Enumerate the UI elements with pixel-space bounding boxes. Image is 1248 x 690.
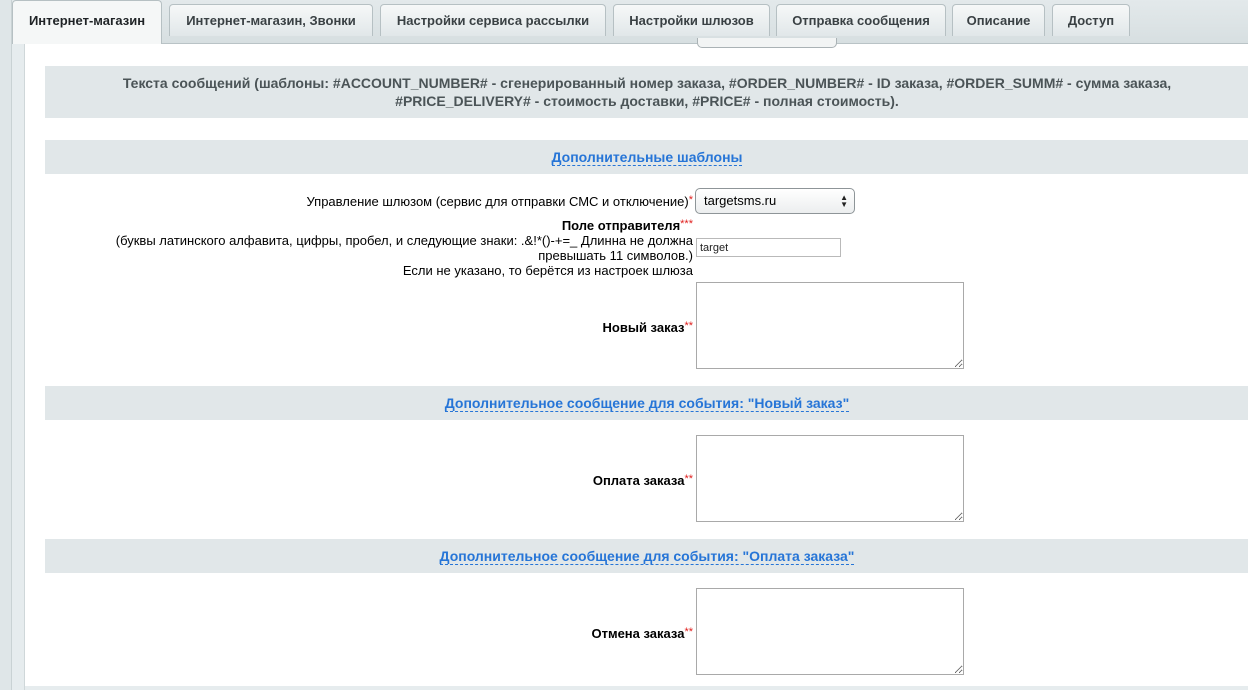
tab-internet-shop-calls[interactable]: Интернет-магазин, Звонки	[169, 4, 373, 36]
sender-hint-3: Если не указано, то берётся из настроек …	[402, 263, 693, 278]
payment-required-mark: **	[684, 473, 693, 485]
new-order-textarea[interactable]	[696, 282, 964, 369]
sender-hint-2: превышать 11 символов.)	[538, 248, 693, 263]
new-order-label-text: Новый заказ	[602, 320, 685, 335]
sender-field[interactable]	[696, 238, 841, 257]
templates-heading-line2: #PRICE_DELIVERY# - стоимость доставки, #…	[395, 93, 899, 109]
gateway-select[interactable]: targetsms.ru ▲ ▼	[695, 188, 855, 214]
gateway-required-mark: *	[688, 194, 693, 206]
new-order-label: Новый заказ**	[603, 320, 693, 335]
payment-label: Оплата заказа**	[593, 473, 693, 488]
tab-gateway-settings[interactable]: Настройки шлюзов	[613, 4, 770, 36]
tab-access[interactable]: Доступ	[1052, 4, 1130, 36]
settings-content: Текста сообщений (шаблоны: #ACCOUNT_NUMB…	[24, 38, 1248, 690]
templates-heading: Текста сообщений (шаблоны: #ACCOUNT_NUMB…	[45, 66, 1248, 118]
app-frame: Интернет-магазин Интернет-магазин, Звонк…	[0, 0, 1248, 690]
tab-send-message[interactable]: Отправка сообщения	[776, 4, 946, 36]
previous-select-bottom	[697, 38, 837, 48]
cancel-required-mark: **	[684, 626, 693, 638]
payment-textarea[interactable]	[696, 435, 964, 522]
gateway-select-value: targetsms.ru	[704, 193, 777, 208]
tab-bar: Интернет-магазин Интернет-магазин, Звонк…	[12, 0, 1248, 44]
extra-templates-link[interactable]: Дополнительные шаблоны	[551, 149, 743, 166]
cancel-textarea[interactable]	[696, 588, 964, 675]
templates-heading-line1: Текста сообщений (шаблоны: #ACCOUNT_NUMB…	[122, 75, 1172, 91]
payment-extra-link[interactable]: Дополнительное сообщение для события: "О…	[439, 548, 855, 565]
new-order-extra-bar: Дополнительное сообщение для события: "Н…	[45, 386, 1248, 420]
cancel-label-text: Отмена заказа	[591, 626, 685, 641]
extra-templates-bar: Дополнительные шаблоны	[45, 140, 1248, 174]
payment-extra-bar: Дополнительное сообщение для события: "О…	[45, 539, 1248, 573]
select-arrows-icon: ▲ ▼	[840, 193, 848, 209]
gateway-label: Управление шлюзом (сервис для отправки С…	[306, 194, 693, 209]
cancel-label: Отмена заказа**	[591, 626, 693, 641]
payment-label-text: Оплата заказа	[592, 473, 685, 488]
content-bottom-edge	[25, 686, 1248, 690]
sender-required-mark: ***	[680, 218, 693, 230]
tab-description[interactable]: Описание	[952, 4, 1045, 36]
tab-mailing-settings[interactable]: Настройки сервиса рассылки	[380, 4, 606, 36]
sender-label: Поле отправителя***	[562, 218, 693, 233]
sender-hint-1: (буквы латинского алфавита, цифры, пробе…	[115, 233, 693, 248]
sender-label-text: Поле отправителя	[561, 218, 681, 233]
new-order-required-mark: **	[684, 320, 693, 332]
gateway-label-text: Управление шлюзом (сервис для отправки С…	[306, 194, 689, 209]
new-order-extra-link[interactable]: Дополнительное сообщение для события: "Н…	[444, 395, 850, 412]
left-gutter	[0, 0, 12, 690]
tab-internet-shop[interactable]: Интернет-магазин	[12, 0, 162, 44]
